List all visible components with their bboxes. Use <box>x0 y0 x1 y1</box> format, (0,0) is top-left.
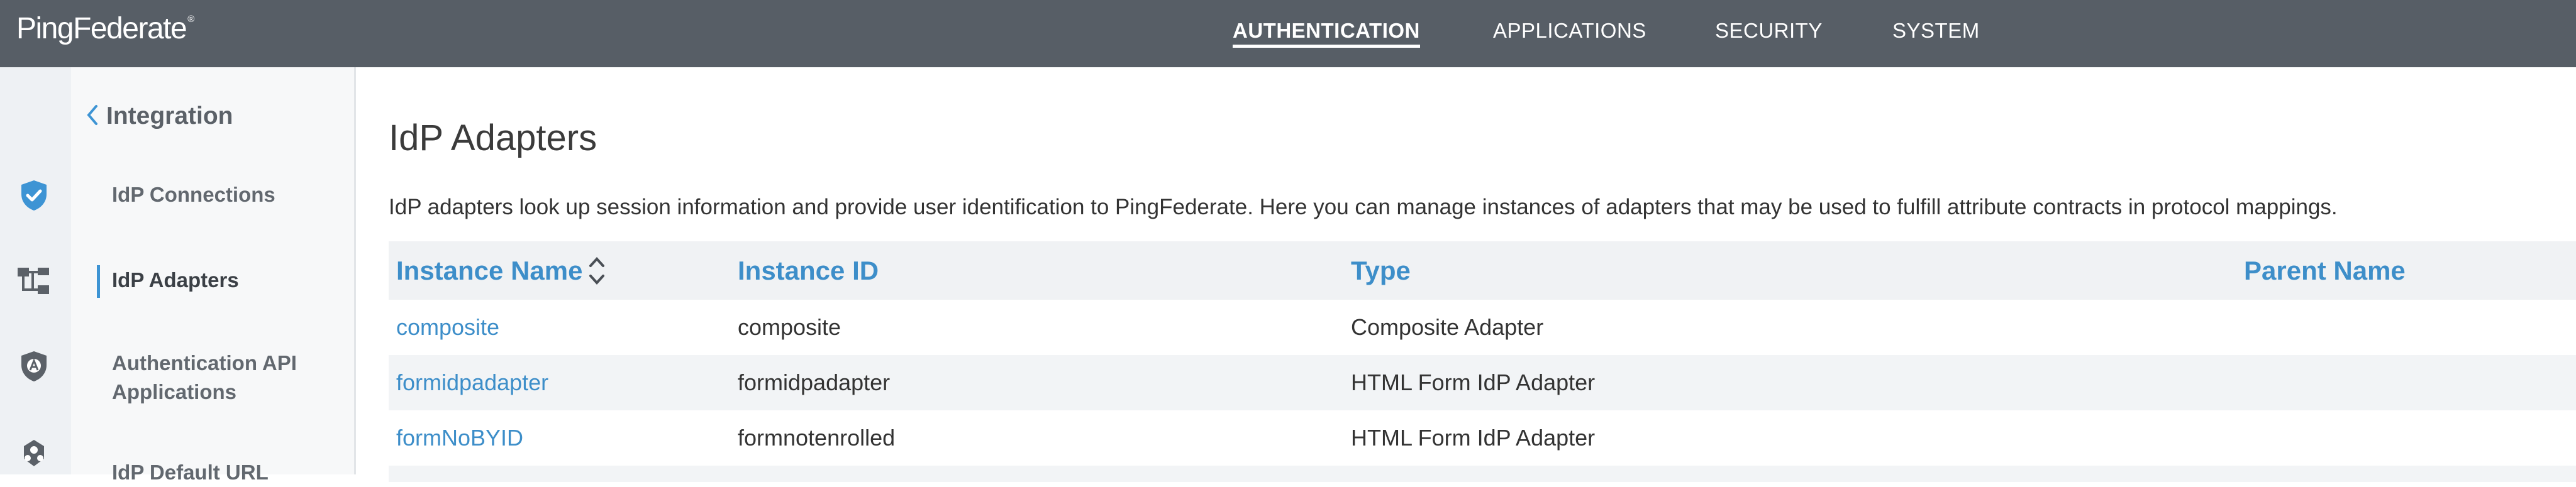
table-row: formidpadapter formidpadapter HTML Form … <box>389 355 2576 410</box>
instance-id: composite <box>738 314 841 340</box>
instance-name-link[interactable]: composite <box>396 300 499 355</box>
table-row: composite composite Composite Adapter <box>389 300 2576 355</box>
column-parent-name[interactable]: Parent Name <box>2244 241 2406 300</box>
column-instance-id[interactable]: Instance ID <box>738 241 879 300</box>
sidebar-item-idp-adapters[interactable]: IdP Adapters <box>112 266 239 295</box>
sidebar-item-idp-default-url[interactable]: IdP Default URL <box>112 458 269 487</box>
instance-id: formidpadapter <box>738 369 891 395</box>
sidebar-item-authentication-api-line2[interactable]: Applications <box>112 378 236 407</box>
back-to-integration[interactable]: Integration <box>86 102 233 130</box>
adapters-table: Instance Name Instance ID Type Parent Na… <box>389 241 2576 482</box>
nav-system[interactable]: SYSTEM <box>1892 0 1980 67</box>
registered-mark: ® <box>187 14 194 25</box>
top-bar: PingFederate ® AUTHENTICATION APPLICATIO… <box>0 0 2576 67</box>
active-indicator <box>97 265 100 298</box>
adapter-type: HTML Form IdP Adapter <box>1351 369 1596 395</box>
sidebar-item-idp-connections[interactable]: IdP Connections <box>112 180 275 209</box>
nav-authentication[interactable]: AUTHENTICATION <box>1233 0 1420 67</box>
shield-a-icon[interactable] <box>16 349 52 384</box>
instance-name-link[interactable]: formNoBYID <box>396 410 523 466</box>
instance-name-link[interactable]: formidpadapter <box>396 355 548 410</box>
chevron-left-icon <box>86 104 99 129</box>
hierarchy-icon[interactable] <box>16 263 52 298</box>
icon-rail <box>0 67 71 474</box>
pingfederate-logo[interactable]: PingFederate ® <box>16 11 194 49</box>
page-title: IdP Adapters <box>389 118 597 158</box>
column-instance-name[interactable]: Instance Name <box>396 241 606 300</box>
column-label: Instance Name <box>396 256 583 285</box>
side-nav: Integration IdP Connections IdP Adapters… <box>71 67 356 484</box>
table-row-partial <box>389 466 2576 482</box>
nav-security[interactable]: SECURITY <box>1715 0 1823 67</box>
nav-applications[interactable]: APPLICATIONS <box>1493 0 1646 67</box>
page-description: IdP adapters look up session information… <box>389 195 2338 219</box>
sidebar-item-authentication-api[interactable]: Authentication API <box>112 349 297 378</box>
sort-icon[interactable] <box>587 255 606 287</box>
instance-id: formnotenrolled <box>738 425 896 451</box>
shield-check-icon[interactable] <box>16 178 52 213</box>
users-icon[interactable] <box>16 435 52 471</box>
table-row: formNoBYID formnotenrolled HTML Form IdP… <box>389 410 2576 466</box>
column-type[interactable]: Type <box>1351 241 1411 300</box>
adapter-type: HTML Form IdP Adapter <box>1351 425 1596 451</box>
table-header: Instance Name Instance ID Type Parent Na… <box>389 241 2576 300</box>
section-title: Integration <box>106 102 233 129</box>
adapter-type: Composite Adapter <box>1351 314 1544 340</box>
logo-text: PingFederate <box>16 12 187 45</box>
